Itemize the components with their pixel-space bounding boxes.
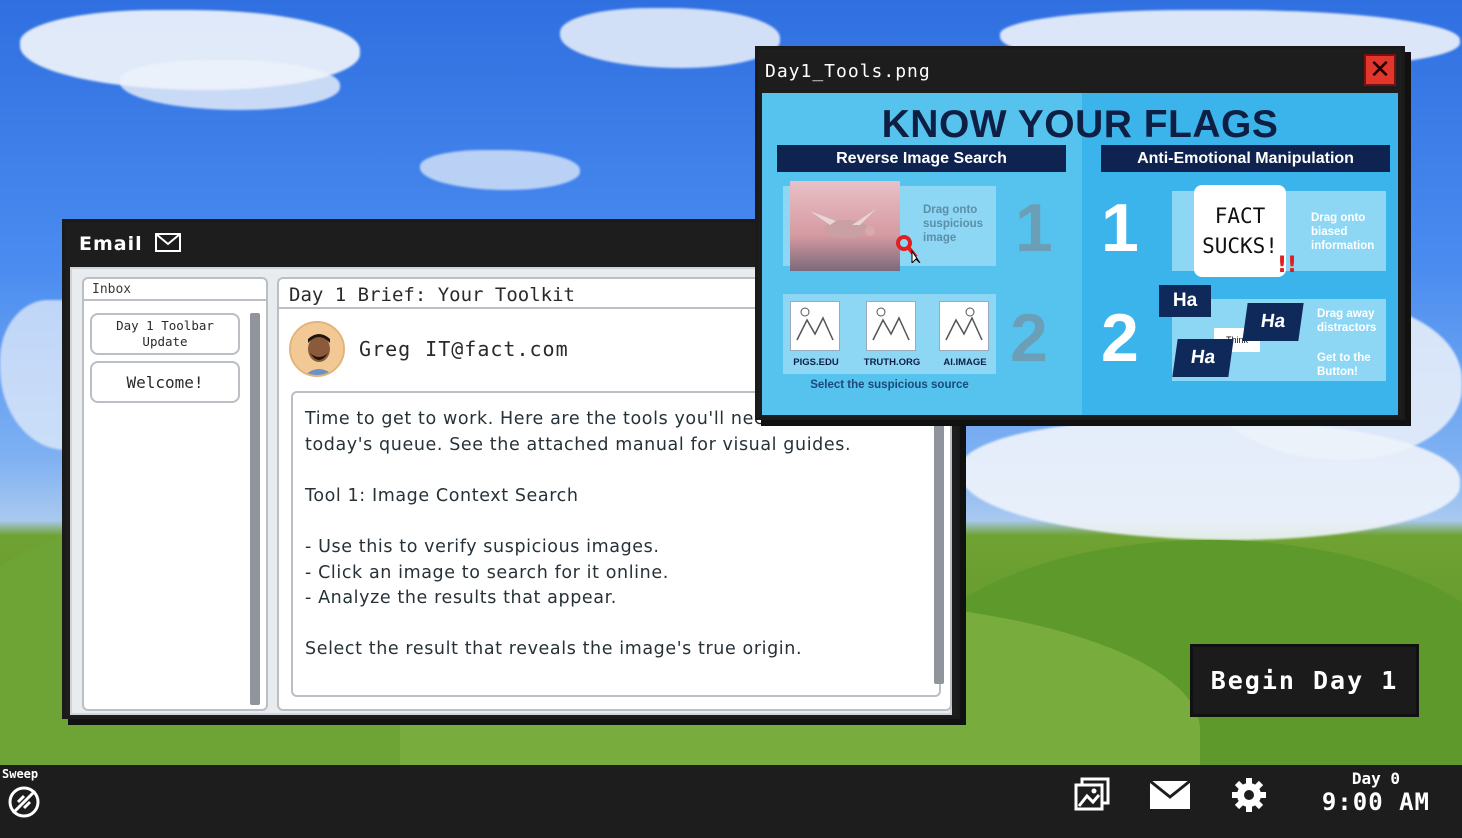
left-section-header: Reverse Image Search	[777, 145, 1066, 172]
sweep-icon	[7, 785, 41, 823]
right-step1-text: Drag onto biased information	[1311, 212, 1375, 252]
flying-pig-image	[790, 181, 900, 271]
left-step1-number: 1	[1015, 190, 1053, 266]
left-step1-text: Drag onto suspicious image	[923, 204, 984, 244]
gear-icon	[1231, 777, 1267, 817]
source-label-ai: AI.IMAGE	[943, 357, 987, 368]
distractor-ha-1[interactable]: Ha	[1159, 285, 1211, 317]
message-body: Time to get to work. Here are the tools …	[291, 391, 941, 697]
mail-icon	[154, 232, 181, 256]
message-scrollbar[interactable]	[934, 409, 944, 684]
sender-name: Greg	[359, 337, 412, 361]
inbox-label: Inbox	[84, 279, 266, 301]
source-label-truth: TRUTH.ORG	[863, 357, 921, 368]
source-label-pigs: PIGS.EDU	[793, 357, 839, 368]
poster-title: KNOW YOUR FLAGS	[881, 103, 1279, 146]
inbox-scrollbar[interactable]	[250, 313, 260, 705]
email-window-title: Email	[79, 233, 143, 255]
settings-button[interactable]	[1229, 777, 1269, 817]
fact-card: FACT SUCKS!	[1194, 185, 1286, 277]
right-step2-number: 2	[1101, 300, 1139, 376]
begin-day-button[interactable]: Begin Day 1	[1190, 644, 1419, 717]
envelope-icon	[1148, 779, 1192, 815]
image-viewer-title: Day1_Tools.png	[765, 60, 931, 82]
image-viewer-titlebar[interactable]: Day1_Tools.png	[758, 49, 1402, 93]
avatar	[289, 321, 345, 377]
close-icon: ✕	[1369, 55, 1391, 85]
magnifier-icon	[894, 233, 924, 268]
distractor-ha-2[interactable]: Ha	[1242, 303, 1304, 341]
fact-card-text: FACT SUCKS!	[1202, 204, 1278, 258]
close-button[interactable]: ✕	[1364, 54, 1396, 86]
time-label: 9:00 AM	[1321, 788, 1430, 816]
right-section-header: Anti-Emotional Manipulation	[1101, 145, 1390, 172]
sweep-label: Sweep	[2, 767, 39, 781]
inbox-item-toolbar-update[interactable]: Day 1 Toolbar Update	[90, 313, 240, 355]
right-step2-text-b: Get to the Button!	[1317, 352, 1371, 378]
right-step2-text-a: Drag away distractors	[1317, 308, 1377, 334]
source-image-pigs[interactable]	[790, 301, 840, 351]
sender-email: IT@fact.com	[425, 337, 569, 361]
right-step1-number: 1	[1101, 190, 1139, 266]
photos-icon	[1073, 777, 1111, 817]
source-image-truth[interactable]	[866, 301, 916, 351]
sweep-launcher[interactable]: Sweep	[2, 767, 52, 827]
photos-button[interactable]	[1072, 777, 1112, 817]
day-label: Day 0	[1351, 769, 1400, 788]
left-step2-caption: Select the suspicious source	[810, 379, 969, 391]
inbox-panel: Inbox Day 1 Toolbar Update Welcome!	[82, 277, 268, 711]
alert-icon: !!	[1277, 253, 1298, 278]
source-image-ai[interactable]	[939, 301, 989, 351]
image-viewer-window: Day1_Tools.png ✕ KNOW YOUR FLAGS Reverse…	[755, 46, 1405, 420]
left-step2-number: 2	[1010, 300, 1048, 376]
toolkit-poster: KNOW YOUR FLAGS Reverse Image Search Ant…	[762, 93, 1398, 415]
clock: Day 0 9:00 AM	[1322, 769, 1430, 816]
taskbar: Sweep Day 0 9:00 AM	[0, 765, 1462, 838]
distractor-ha-3[interactable]: Ha	[1172, 339, 1234, 377]
sender-row: Greg IT@fact.com	[289, 321, 569, 377]
email-button[interactable]	[1148, 777, 1192, 817]
inbox-item-welcome[interactable]: Welcome!	[90, 361, 240, 403]
